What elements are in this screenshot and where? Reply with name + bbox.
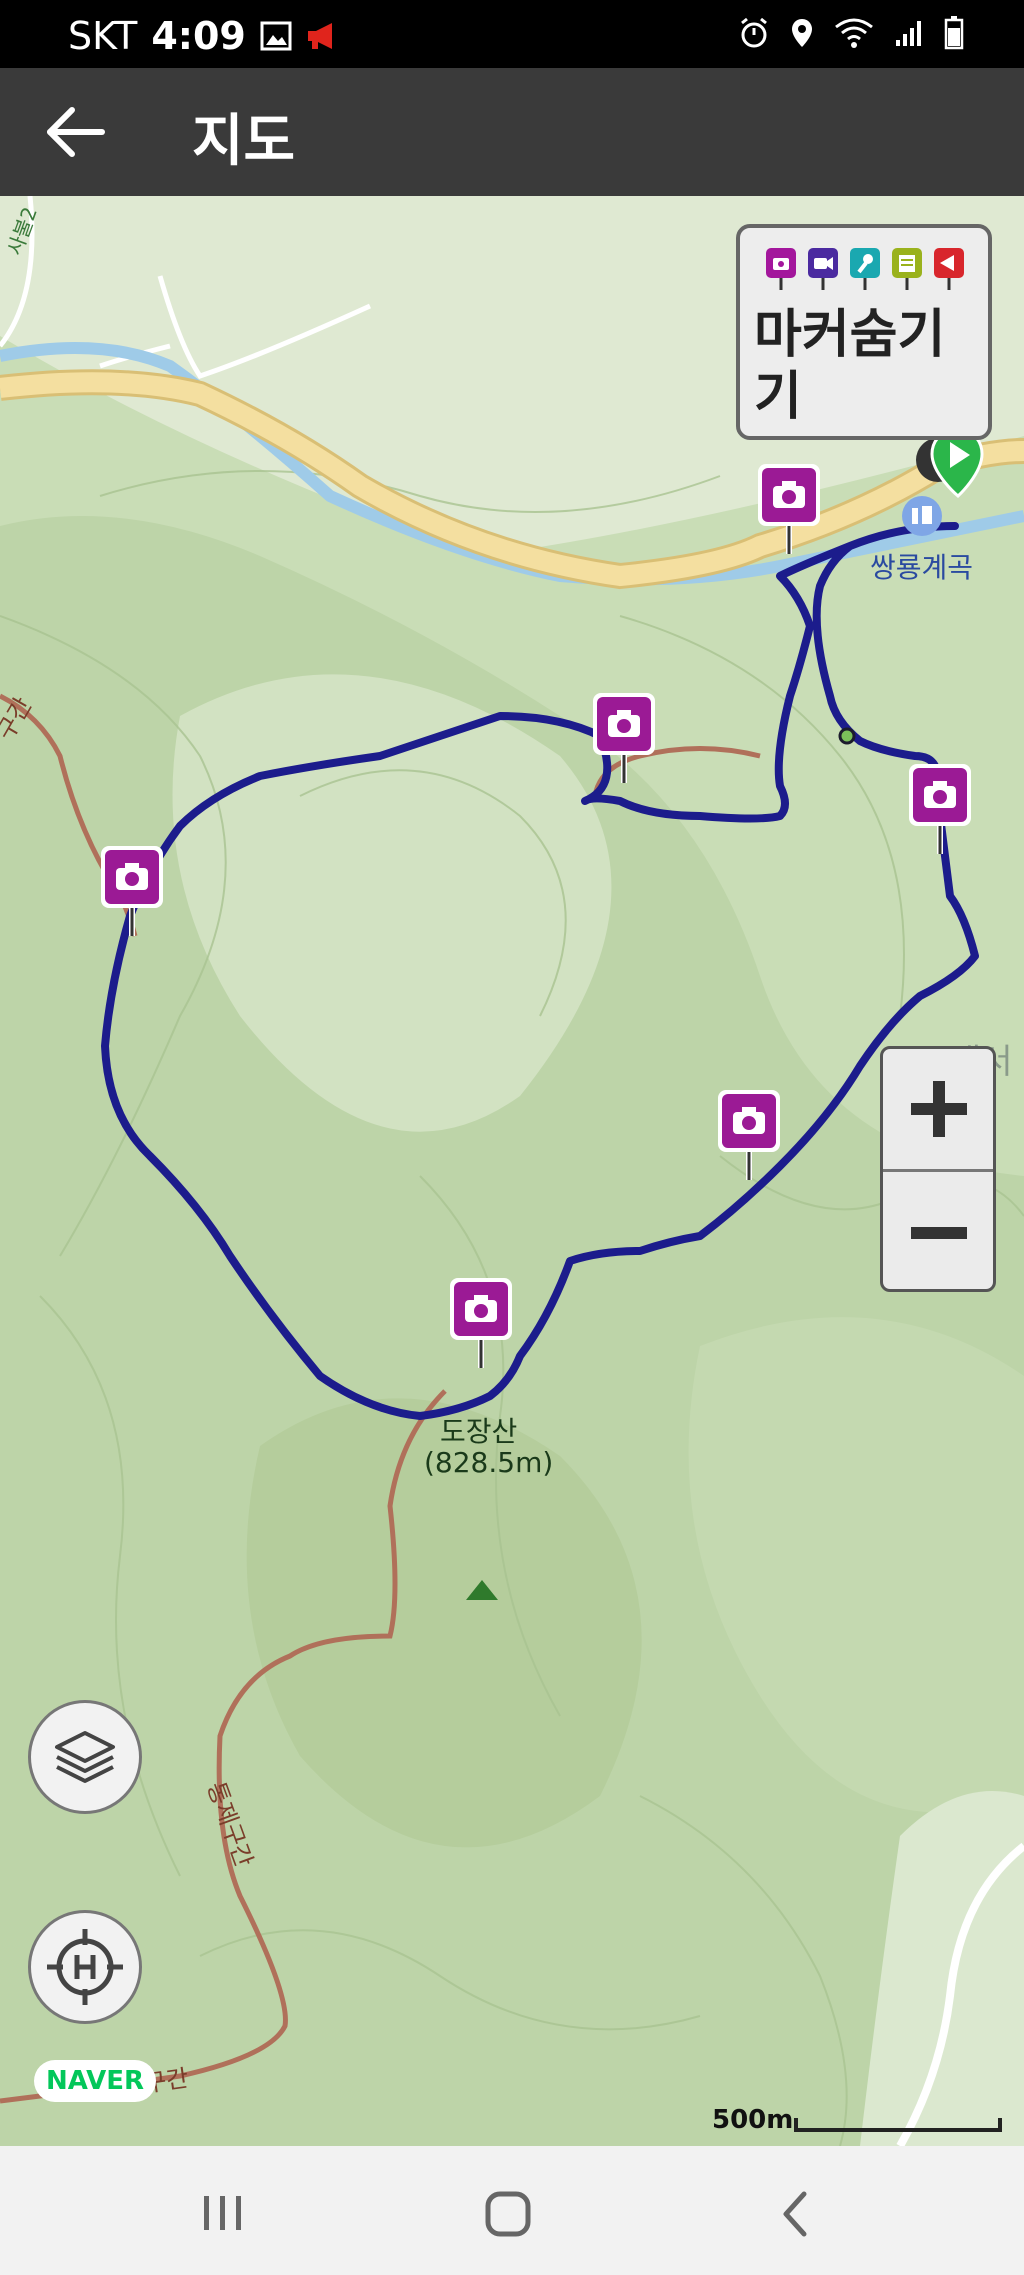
facility-icon <box>902 496 942 536</box>
audio-marker-type-icon <box>850 248 880 290</box>
my-location-button[interactable] <box>28 1910 142 2024</box>
peak-name-label: 도장산 <box>440 1415 518 1448</box>
layers-icon <box>55 1731 115 1783</box>
peak-elevation-label: (828.5m) <box>424 1446 554 1479</box>
wifi-icon <box>835 18 873 48</box>
clock-time: 4:09 <box>151 14 246 58</box>
map-layers-button[interactable] <box>28 1700 142 1814</box>
back-icon[interactable] <box>774 2186 818 2242</box>
status-bar-left: SKT 4:09 <box>68 14 340 58</box>
status-bar-right <box>738 16 964 50</box>
photo-marker[interactable] <box>444 1274 516 1374</box>
crosshair-location-icon <box>47 1929 123 2005</box>
warning-marker-type-icon <box>934 248 964 290</box>
status-bar: SKT 4:09 <box>0 0 1024 68</box>
map-canvas[interactable] <box>0 196 1024 2146</box>
photo-marker[interactable] <box>712 1086 784 1186</box>
marker-hide-toggle[interactable]: 마커숨기기 <box>736 224 992 440</box>
naver-logo: NAVER <box>34 2060 156 2102</box>
marker-type-icons <box>764 246 966 292</box>
zoom-out-button[interactable] <box>883 1173 993 1291</box>
recent-apps-icon[interactable] <box>196 2188 250 2238</box>
app-bar: 지도 <box>0 68 1024 196</box>
page-title: 지도 <box>192 109 296 174</box>
marker-hide-label: 마커숨기기 <box>754 305 946 427</box>
video-marker-type-icon <box>808 248 838 290</box>
valley-label: 쌍룡계곡 <box>870 551 974 584</box>
photo-marker[interactable] <box>587 689 659 789</box>
memo-marker-type-icon <box>892 248 922 290</box>
alarm-icon <box>741 17 767 48</box>
carrier-label: SKT <box>68 14 138 58</box>
signal-icon <box>896 21 921 46</box>
zoom-controls <box>880 1046 996 1292</box>
map-scale-label: 500m <box>712 2105 794 2135</box>
location-icon <box>792 19 812 47</box>
home-icon[interactable] <box>480 2186 536 2242</box>
system-navigation-bar <box>0 2146 1024 2275</box>
photo-marker[interactable] <box>903 760 975 860</box>
photo-marker[interactable] <box>752 460 824 560</box>
map-scale-bar <box>794 2118 1002 2132</box>
battery-icon <box>944 16 964 50</box>
image-notification-icon <box>260 21 292 51</box>
photo-marker[interactable] <box>95 842 167 942</box>
photo-marker-type-icon <box>766 248 796 290</box>
zoom-in-button[interactable] <box>883 1049 993 1169</box>
back-arrow-icon[interactable] <box>46 106 106 158</box>
map-view[interactable]: 도장산 (828.5m) 쌍룡계곡 내서 구간 통제구간 통제구간 사불2 <box>0 196 1024 2146</box>
zoom-divider <box>883 1169 993 1172</box>
megaphone-notification-icon <box>307 23 332 49</box>
